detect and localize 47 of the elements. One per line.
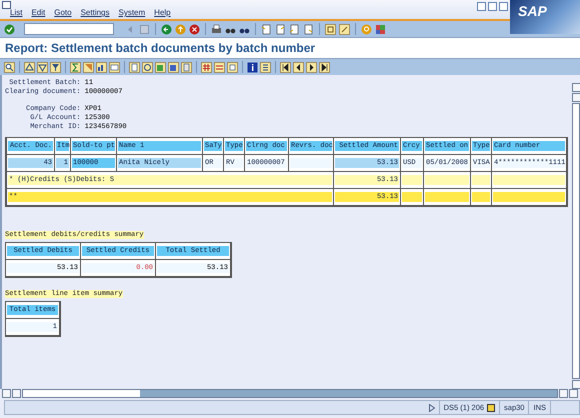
session-icon[interactable] [487, 404, 496, 412]
page-icon[interactable] [275, 24, 286, 34]
sum-icon[interactable] [70, 62, 81, 72]
logo: SAP [518, 3, 547, 19]
table-cell [472, 175, 490, 185]
menu-item[interactable]: Settings [80, 8, 110, 19]
details-icon[interactable] [129, 62, 140, 72]
close-button[interactable] [499, 2, 508, 11]
page-icon[interactable] [303, 24, 314, 34]
menu-item[interactable]: Help [154, 8, 171, 19]
check-icon[interactable] [4, 24, 15, 34]
maximize-button[interactable] [488, 2, 497, 11]
menu-item[interactable]: Edit [31, 8, 46, 19]
menu-item[interactable]: System [118, 8, 146, 19]
cancel-icon[interactable] [189, 24, 200, 34]
report-title: Report: Settlement batch documents by batch number [0, 37, 580, 58]
triangle-icon[interactable] [428, 404, 435, 412]
table-cell [290, 158, 332, 168]
back-icon[interactable] [161, 24, 172, 34]
table-cell [402, 192, 422, 202]
menu-item[interactable]: Goto [54, 8, 72, 19]
next-page-icon[interactable] [306, 62, 317, 72]
list-icon[interactable] [260, 62, 271, 72]
table-cell [402, 175, 422, 185]
menu-item[interactable]: List [10, 8, 22, 19]
command-field[interactable] [24, 23, 114, 35]
up-sort-icon[interactable] [24, 62, 35, 72]
filter-icon[interactable] [50, 62, 61, 72]
window-icon[interactable] [339, 24, 350, 34]
table-cell [493, 175, 565, 185]
horizontal-scrollbar[interactable] [0, 389, 580, 398]
previous-page-icon[interactable] [293, 62, 304, 72]
magnifier-icon[interactable] [4, 62, 15, 72]
page-icon[interactable] [261, 24, 272, 34]
print-icon[interactable] [211, 24, 222, 34]
table-cell [425, 175, 469, 185]
info-icon[interactable] [247, 62, 258, 72]
table-cell [493, 192, 565, 202]
window-icon[interactable] [325, 24, 336, 34]
table-cell [472, 192, 490, 202]
first-page-icon[interactable] [280, 62, 291, 72]
chart-icon[interactable] [96, 62, 107, 72]
minimize-button[interactable] [477, 2, 486, 11]
table-cell [425, 192, 469, 202]
down-sort-icon[interactable] [37, 62, 48, 72]
last-page-icon[interactable] [319, 62, 330, 72]
page-icon[interactable] [289, 24, 300, 34]
